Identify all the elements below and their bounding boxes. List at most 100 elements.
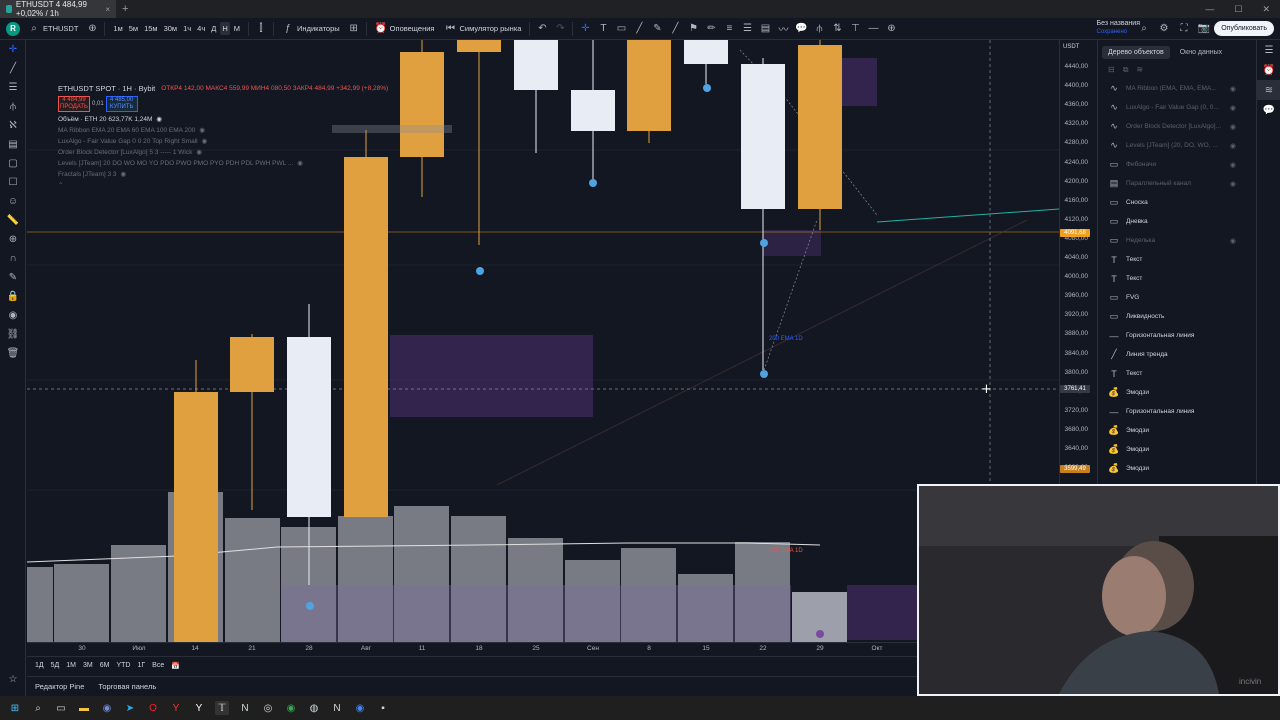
object-tree-icon[interactable]: ≋	[1257, 80, 1280, 100]
tab-object-tree[interactable]: Дерево объектов	[1102, 46, 1170, 59]
trendline-tool-icon[interactable]: ╱	[633, 23, 645, 35]
interval-button[interactable]: 30м	[162, 22, 180, 35]
candle-body[interactable]	[741, 64, 785, 209]
alerts-clock-icon[interactable]: ⏰	[1257, 60, 1280, 80]
candle-body[interactable]	[627, 40, 671, 131]
channel-tool-icon[interactable]: ▤	[759, 23, 771, 35]
watchlist-icon[interactable]: ☰	[1257, 40, 1280, 60]
task-view-icon[interactable]: ▭	[54, 701, 68, 715]
replay-button[interactable]: ⏮ Симулятор рынка	[442, 21, 523, 37]
magnet-icon[interactable]: ∩	[0, 249, 26, 268]
obs-icon[interactable]: ◎	[261, 701, 275, 715]
redo-icon[interactable]: ↷	[554, 23, 566, 35]
browser-tab[interactable]: ETHUSDT 4 484,99 +0,02% / 1h ×	[0, 0, 116, 18]
steam-icon[interactable]: ◍	[307, 701, 321, 715]
legend-indicator-row[interactable]: Order Block Detector [LuxAlgo] 5 3 -----…	[58, 148, 388, 157]
object-tree-item[interactable]: 💰 Эмодзи	[1098, 383, 1256, 402]
link-icon[interactable]: ⛓	[0, 325, 26, 344]
object-tree-item[interactable]: ▤ Параллельный канал ◉	[1098, 174, 1256, 193]
star-icon[interactable]: ☆	[0, 670, 26, 689]
lines-tool-icon[interactable]: ☰	[741, 23, 753, 35]
range-button[interactable]: 3М	[83, 662, 93, 669]
fvg-zone[interactable]	[847, 585, 917, 640]
fib-tool-icon[interactable]: ≡	[723, 23, 735, 35]
pitchfork-tool-icon[interactable]: ⫛	[813, 23, 825, 35]
hidden-eye-icon[interactable]: ◉	[1230, 237, 1236, 245]
candle-body[interactable]	[174, 392, 218, 642]
layers-icon[interactable]: ≋	[1136, 65, 1143, 75]
symbol-search-button[interactable]: ⌕ ETHUSDT	[26, 21, 80, 37]
chrome-alt-icon[interactable]: ◉	[353, 701, 367, 715]
interval-button[interactable]: 15м	[142, 22, 160, 35]
range-button[interactable]: 1Г	[137, 662, 145, 669]
sell-button[interactable]: 4 484,99 ПРОДАТЬ	[58, 96, 90, 112]
search-icon[interactable]: ⌕	[31, 701, 45, 715]
file-explorer-icon[interactable]: ▬	[77, 701, 91, 715]
range-button[interactable]: 1М	[66, 662, 76, 669]
object-tree-item[interactable]: ▭ Фибоначи ◉	[1098, 155, 1256, 174]
object-tree-item[interactable]: ∿ LuxAlgo - Fair Value Gap (0, 0... ◉	[1098, 98, 1256, 117]
legend-indicator-row[interactable]: Fractals [JTeam] 3 3 ◉	[58, 170, 388, 179]
range-button[interactable]: 6М	[100, 662, 110, 669]
clone-icon[interactable]: ⧉	[1123, 65, 1129, 75]
settings-gear-icon[interactable]: ⚙	[1158, 22, 1170, 34]
candle-body[interactable]	[571, 90, 615, 131]
eye-icon[interactable]: ◉	[297, 159, 303, 167]
measure-tool-icon[interactable]: ⊤	[849, 23, 861, 35]
circle-add-icon[interactable]: ⊕	[885, 23, 897, 35]
notion-app-icon[interactable]: N	[330, 701, 344, 715]
object-tree-item[interactable]: ∿ MA Ribbon (EMA, EMA, EMA... ◉	[1098, 79, 1256, 98]
interval-button[interactable]: 1м	[111, 22, 124, 35]
horizontal-lines-icon[interactable]: ☰	[0, 78, 26, 97]
range-button[interactable]: 5Д	[51, 662, 60, 669]
yandex-browser-icon[interactable]: Y	[192, 701, 206, 715]
smile-icon[interactable]: ☺	[0, 192, 26, 211]
object-tree-item[interactable]: ∿ Order Block Detector [LuxAlgo]... ◉	[1098, 117, 1256, 136]
candle-body[interactable]	[457, 40, 501, 52]
interval-button[interactable]: Н	[220, 22, 230, 35]
text-annotation-icon[interactable]: ☐	[0, 173, 26, 192]
callout-tool-icon[interactable]: 💬	[795, 23, 807, 35]
close-tab-icon[interactable]: ×	[105, 5, 110, 14]
text-tool-icon[interactable]: T	[597, 23, 609, 35]
range-button[interactable]: Все	[152, 662, 164, 669]
legend-indicator-row[interactable]: Levels [JTeam] 20 DO WO MO YO PDO PWO PM…	[58, 159, 388, 168]
eye-icon[interactable]: ◉	[121, 170, 127, 178]
trendline-icon[interactable]: ╱	[0, 59, 26, 78]
pitchfork-icon[interactable]: ⫛	[0, 97, 26, 116]
pencil-lock-icon[interactable]: ✎	[0, 268, 26, 287]
object-tree-item[interactable]: ▭ Неделька ◉	[1098, 231, 1256, 250]
object-tree-item[interactable]: ▭ Сноска	[1098, 193, 1256, 212]
currency-label[interactable]: USDT	[1063, 44, 1079, 50]
compare-symbol-icon[interactable]: ⊕	[86, 23, 98, 35]
hidden-eye-icon[interactable]: ◉	[1230, 142, 1236, 150]
hidden-eye-icon[interactable]: ◉	[1230, 85, 1236, 93]
object-tree-item[interactable]: 💰 Эмодзи	[1098, 421, 1256, 440]
notion-icon[interactable]: N	[238, 701, 252, 715]
app-icon[interactable]: ▪	[376, 701, 390, 715]
object-tree-item[interactable]: 💰 Эмодзи	[1098, 459, 1256, 478]
interval-button[interactable]: 4ч	[195, 22, 207, 35]
eye-icon[interactable]: ◉	[0, 306, 26, 325]
profile-avatar[interactable]: R	[6, 21, 20, 36]
object-tree-item[interactable]: — Горизонтальная линия	[1098, 326, 1256, 345]
hline-tool-icon[interactable]: —	[867, 23, 879, 35]
legend-title[interactable]: ETHUSDT SPOT · 1H · Bybit	[58, 84, 155, 93]
group-icon[interactable]: ⊟	[1108, 65, 1115, 75]
hidden-eye-icon[interactable]: ◉	[1230, 161, 1236, 169]
object-tree-item[interactable]: — Горизонтальная линия	[1098, 402, 1256, 421]
path-tool-icon[interactable]: 〰	[777, 23, 789, 36]
telegram-icon[interactable]: ➤	[123, 701, 137, 715]
tradingview-icon[interactable]: 𝕋	[215, 701, 229, 715]
object-tree-item[interactable]: ▭ FVG	[1098, 288, 1256, 307]
volume-indicator-row[interactable]: Объём · ETH 20 623,77K 1,24M ◉	[58, 115, 388, 124]
chrome-icon[interactable]: ◉	[284, 701, 298, 715]
hidden-eye-icon[interactable]: ◉	[1230, 123, 1236, 131]
range-button[interactable]: 1Д	[35, 662, 44, 669]
goto-date-icon[interactable]: 📅	[171, 662, 180, 670]
fvg-zone[interactable]	[842, 58, 877, 106]
layout-name[interactable]: Без названия Сохранено	[1097, 20, 1140, 36]
undo-icon[interactable]: ↶	[536, 23, 548, 35]
ruler-icon[interactable]: 📏	[0, 211, 26, 230]
object-tree-item[interactable]: T Текст	[1098, 364, 1256, 383]
